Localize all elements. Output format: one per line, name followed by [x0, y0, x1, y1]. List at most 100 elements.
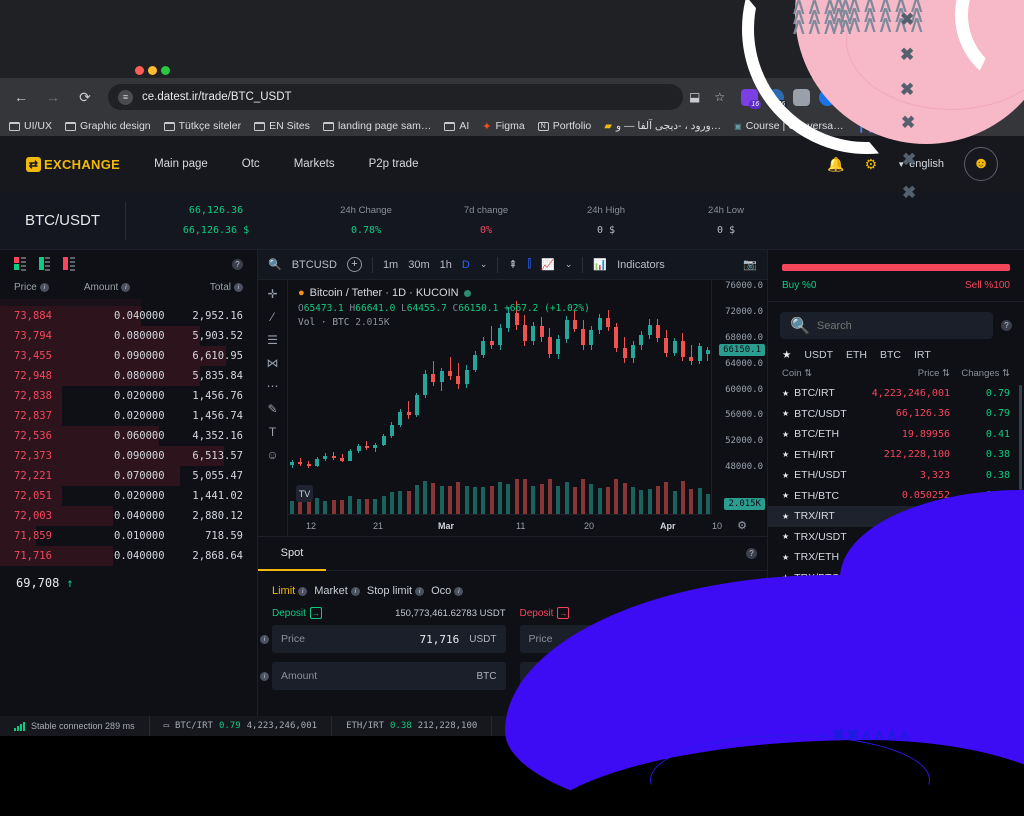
search-input[interactable]: 🔍 [780, 312, 993, 339]
search-icon[interactable]: 🔍 [268, 258, 282, 271]
sort-icon[interactable]: ⇅ [1002, 368, 1010, 379]
language-selector[interactable]: ▼ english [897, 158, 944, 170]
chevron-down-icon[interactable]: ⌄ [480, 259, 488, 270]
order-type-limit[interactable]: Limit i [272, 585, 308, 597]
table-row[interactable]: 73,794 0.080000 5,903.52 [0, 326, 257, 346]
buy-deposit-button[interactable]: Deposit → [272, 607, 322, 619]
table-row[interactable]: 72,837 0.020000 1,456.74 [0, 406, 257, 426]
status-ticker-doge-irt[interactable]: DOGE/IRT -0.81 11,72 [715, 716, 854, 736]
horizontal-lines-icon[interactable]: ☰ [267, 334, 278, 346]
info-icon[interactable]: i [260, 671, 269, 681]
blue-extension-icon[interactable]: 36 [767, 88, 788, 109]
interval-1h[interactable]: 1h [440, 259, 452, 271]
forward-button[interactable]: → [40, 84, 66, 110]
info-icon[interactable]: i [39, 283, 49, 292]
candles-toggle-icon[interactable]: ⫿ [528, 258, 532, 271]
order-type-stop-limit[interactable]: Stop limit i [367, 585, 425, 597]
indicators-icon[interactable]: 📊 [593, 258, 607, 271]
tradingview-icon[interactable]: TV [296, 485, 313, 502]
trendline-icon[interactable]: ⁄ [271, 311, 273, 323]
search-field[interactable] [816, 319, 983, 332]
maximize-window-button[interactable] [161, 66, 170, 75]
brand-logo[interactable]: ⇄ EXCHANGE [26, 156, 120, 172]
close-window-button[interactable] [135, 66, 144, 75]
market-list-item[interactable]: ★ BTC/ETH 19.89956 0.41 [768, 424, 1024, 445]
measure-icon[interactable]: ⋯ [267, 380, 279, 392]
table-row[interactable] [0, 299, 257, 306]
market-list-item[interactable]: ★ ETH/USDT 3,323 0.38 [768, 465, 1024, 486]
bookmark-course-conversation[interactable]: ▣ Course | Conversa… [734, 120, 843, 132]
gear-icon[interactable]: ⚙ [865, 156, 878, 173]
question-icon[interactable]: ? [746, 548, 757, 559]
reload-button[interactable]: ⟳ [72, 84, 98, 110]
chart-symbol[interactable]: BTCUSD [292, 259, 337, 271]
market-list-item[interactable]: ★ TRX/IRT 7,522 1.16 [768, 506, 1024, 527]
info-icon[interactable]: i [350, 586, 360, 596]
bar-style-icon[interactable]: ⇞ [508, 258, 517, 271]
market-list-item[interactable]: ★ ETH/BTC 0.050252 -0.40 [768, 486, 1024, 507]
bookmark-turkce-siteler[interactable]: Tütkçe siteler [163, 120, 241, 132]
favorite-star-icon[interactable]: ★ [782, 409, 789, 418]
question-icon[interactable]: ? [232, 258, 243, 270]
asks-only-icon[interactable] [63, 256, 75, 272]
info-icon[interactable]: i [415, 586, 425, 596]
bookmark-landing-page-samples[interactable]: landing page sam… [322, 120, 431, 132]
tab-spot[interactable]: Spot [258, 537, 326, 571]
user-avatar-icon[interactable]: ☻ [964, 147, 998, 181]
table-row[interactable]: 71,716 0.040000 2,868.64 [0, 546, 257, 566]
sell-price-input[interactable]: Price USDT [519, 625, 753, 653]
table-row[interactable]: 72,373 0.090000 6,513.57 [0, 446, 257, 466]
install-icon[interactable]: ⬓ [689, 90, 700, 104]
tab-eth[interactable]: ETH [846, 349, 867, 361]
line-style-icon[interactable]: 📈 [541, 258, 555, 271]
purple-extension-icon[interactable]: 16 [741, 88, 762, 109]
table-row[interactable]: 72,221 0.070000 5,055.47 [0, 466, 257, 486]
market-list-item[interactable]: ★ TRX/BTC 0.000001 -0.78 [768, 568, 1024, 589]
market-list-item[interactable]: ★ USDT/IRT 63,866 0.07 [768, 588, 1024, 609]
emoji-icon[interactable]: ☺ [266, 449, 278, 461]
table-row[interactable]: 72,051 0.020000 1,441.02 [0, 486, 257, 506]
bookmark-ui-ux[interactable]: UI/UX [9, 120, 52, 132]
status-ticker-usdt-irt[interactable]: USDT/IRT 866 [620, 716, 715, 736]
table-row[interactable]: 72,003 0.040000 2,880.12 [0, 506, 257, 526]
both-sides-icon[interactable] [14, 256, 26, 272]
favorite-star-icon[interactable]: ★ [782, 553, 789, 562]
table-row[interactable]: 72,948 0.080000 5,835.84 [0, 366, 257, 386]
order-type-market[interactable]: Market i [314, 585, 360, 597]
tab-irt[interactable]: IRT [914, 349, 931, 361]
nav-p2p-trade[interactable]: P2p trade [369, 158, 419, 170]
table-row[interactable]: 71,859 0.010000 718.59 [0, 526, 257, 546]
profile-avatar-icon[interactable] [897, 88, 915, 106]
favorite-star-icon[interactable]: ★ [782, 573, 789, 582]
white-shape-extension-icon[interactable] [845, 88, 863, 106]
scrollbar-thumb[interactable] [1019, 385, 1022, 490]
blue-square-extension-icon[interactable] [871, 88, 889, 106]
market-list-item[interactable]: ★ TRX/ETH 0.000035 -0.38 [768, 547, 1024, 568]
address-bar[interactable]: ≡ ce.datest.ir/trade/BTC_USDT [108, 84, 683, 110]
bookmark-google-podcasts[interactable]: ❙❙ Google Podcasts [857, 120, 959, 133]
info-icon[interactable]: i [454, 586, 464, 596]
chart-canvas[interactable]: ✛ ⁄ ☰ ⋈ ⋯ ✎ T ☺ ● Bitcoin / Tether · 1D [258, 280, 767, 536]
sell-deposit-button[interactable]: Deposit → [520, 607, 570, 619]
market-list-item[interactable]: ★ BTC/IRT 4,223,246,001 0.79 [768, 383, 1024, 404]
info-icon[interactable]: i [234, 283, 243, 292]
tab-favorites[interactable]: ★ [782, 349, 791, 361]
nav-otc[interactable]: Otc [242, 158, 260, 170]
favorite-star-icon[interactable]: ★ [782, 594, 789, 603]
tab-usdt[interactable]: USDT [804, 349, 833, 361]
camera-icon[interactable]: 📷 [743, 258, 757, 271]
info-icon[interactable]: i [260, 634, 269, 644]
bell-icon[interactable]: 🔔 [827, 156, 844, 173]
favorite-star-icon[interactable]: ★ [782, 512, 789, 521]
text-icon[interactable]: T [269, 426, 276, 438]
interval-d[interactable]: D [462, 259, 470, 271]
favorite-star-icon[interactable]: ★ [782, 532, 789, 541]
bookmark-graphic-design[interactable]: Graphic design [65, 120, 151, 132]
buy-price-input[interactable]: i Price 71,716 USDT [260, 625, 506, 653]
tab-btc[interactable]: BTC [880, 349, 901, 361]
sort-icon[interactable]: ⇅ [804, 368, 812, 379]
crosshair-icon[interactable]: ✛ [267, 288, 277, 300]
chevron-down-icon[interactable]: ⌄ [565, 259, 573, 270]
time-axis[interactable]: 12 21 Mar 11 20 Apr 10 [288, 514, 722, 536]
sell-amount-input[interactable]: Amount BTC [519, 662, 753, 690]
